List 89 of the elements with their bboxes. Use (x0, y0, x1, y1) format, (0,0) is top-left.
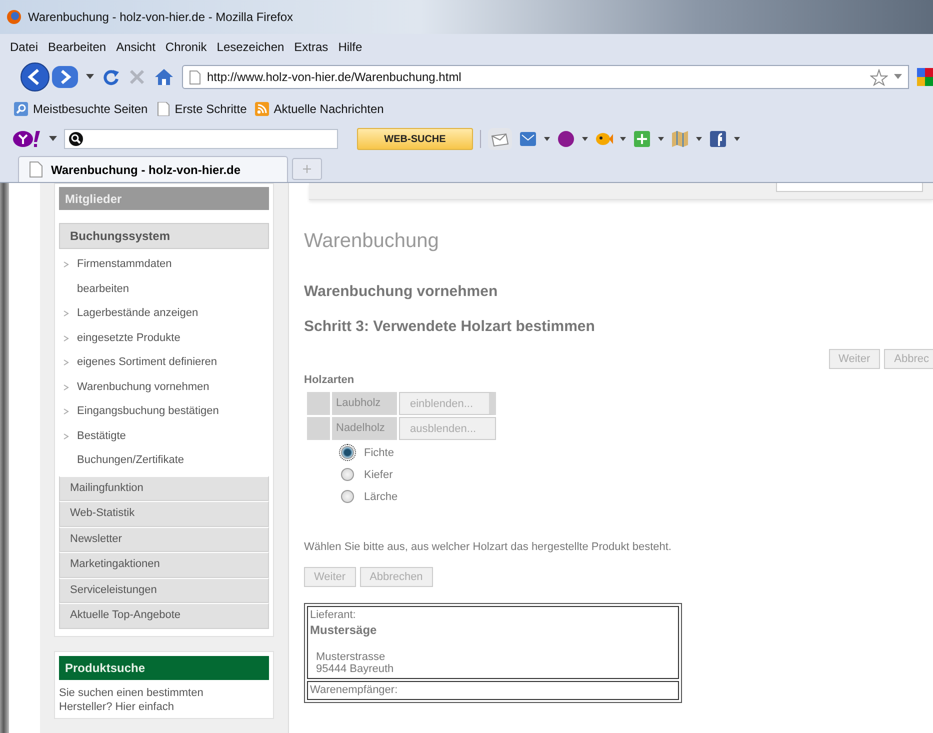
menu-item[interactable]: Lesezeichen (216, 40, 284, 54)
caret-icon[interactable] (658, 136, 664, 142)
back-button-icon[interactable] (18, 62, 52, 92)
address-field[interactable]: http://www.holz-von-hier.de/Warenbuchung.html (182, 65, 909, 89)
city-text: 95444 Bayreuth (315, 663, 395, 675)
sidebar-menu-item[interactable]: Newsletter (59, 526, 269, 552)
sidebar-link[interactable]: eingesetzte Produkte (77, 326, 180, 350)
chevron-icon (63, 408, 69, 415)
address-label: Lieferant: (310, 609, 357, 621)
chevron-icon (63, 310, 69, 317)
chevron-icon (63, 359, 69, 366)
web-search-button[interactable]: WEB-SUCHE (357, 128, 473, 150)
caret-icon[interactable] (582, 136, 588, 142)
page-title: Warenbuchung (304, 230, 440, 253)
category-label: Nadelholz (332, 417, 397, 440)
chevron-icon (63, 384, 69, 390)
radio-button[interactable] (341, 468, 354, 481)
search-field[interactable] (64, 129, 338, 149)
street-text: Musterstrasse (315, 651, 386, 663)
caret-icon[interactable] (894, 74, 902, 80)
address-label: Warenempfänger: (310, 684, 399, 696)
search-icon (69, 132, 83, 146)
facebook-icon[interactable] (709, 130, 727, 148)
plus-tile-icon[interactable] (633, 130, 651, 148)
ball-icon[interactable] (557, 130, 575, 148)
browser-tab[interactable]: Warenbuchung - holz-von-hier.de (18, 156, 288, 182)
menu-item[interactable]: Extras (294, 40, 328, 54)
envelope-stack-icon[interactable] (488, 128, 512, 150)
caret-icon[interactable] (544, 136, 550, 142)
bookmark-link[interactable]: Erste Schritte (156, 102, 247, 116)
page-icon (189, 70, 201, 84)
window-title: Warenbuchung - holz-von-hier.de - Mozilla Firefox (28, 10, 294, 24)
magnifier-icon (14, 102, 28, 116)
sidebar-menu-item[interactable]: Web-Statistik (59, 501, 269, 526)
sidebar-link[interactable]: Bestätigte Buchungen/Zertifikate (77, 424, 184, 472)
box-text: Sie suchen einen bestimmten Hersteller? Hier einfach (59, 686, 204, 714)
map-icon[interactable] (671, 130, 689, 148)
radio-label: Lärche (364, 490, 398, 502)
mail-icon[interactable] (519, 130, 537, 148)
radio-button[interactable] (341, 490, 354, 503)
firefox-icon (6, 9, 22, 25)
forward-button-icon[interactable] (52, 65, 78, 89)
radio-label: Kiefer (364, 468, 393, 480)
group-label: Holzarten (304, 374, 356, 386)
colorful-grid-icon[interactable] (917, 68, 933, 86)
bookmark-link[interactable]: Aktuelle Nachrichten (254, 102, 384, 116)
menu-item[interactable]: Chronik (165, 40, 207, 54)
menu-item[interactable]: Ansicht (116, 40, 156, 54)
company-name: Mustersäge (310, 623, 378, 637)
reload-icon[interactable] (102, 68, 120, 86)
box-header: Produktsuche (59, 656, 269, 680)
yahoo-logo-icon[interactable] (12, 130, 42, 148)
sidebar-menu-item[interactable]: Marketingaktionen (59, 552, 269, 578)
page-icon (29, 161, 43, 178)
caret-icon[interactable] (86, 74, 94, 80)
chevron-icon (63, 432, 69, 440)
sidebar-menu-item[interactable]: Aktuelle Top-Angebote (59, 603, 269, 628)
chevron-icon (63, 261, 69, 268)
fish-icon[interactable] (595, 130, 613, 148)
sidebar-menu-item[interactable]: Serviceleistungen (59, 578, 269, 603)
menu-item[interactable]: Hilfe (338, 40, 362, 54)
table-cell (307, 392, 330, 415)
table-cell (307, 417, 330, 440)
radio-button[interactable] (341, 446, 354, 459)
radio-label: Fichte (364, 446, 394, 458)
heading: Warenbuchung vornehmen (304, 283, 499, 300)
section-header[interactable]: Buchungssystem (59, 223, 269, 249)
home-icon[interactable] (154, 68, 174, 86)
caret-icon[interactable] (696, 136, 702, 142)
sidebar-menu-item[interactable]: Mailingfunktion (59, 476, 269, 501)
category-label: Laubholz (332, 392, 397, 415)
menu-item[interactable]: Datei (10, 40, 38, 54)
sidebar-link[interactable]: eigenes Sortiment definieren (77, 350, 218, 374)
caret-icon[interactable] (620, 136, 626, 142)
sidebar-link[interactable]: Warenbuchung vornehmen (77, 374, 210, 399)
caret-icon[interactable] (734, 136, 740, 142)
bookmark-link[interactable]: Meistbesuchte Seiten (14, 102, 148, 116)
caret-icon[interactable] (49, 136, 57, 142)
star-icon[interactable] (870, 68, 888, 86)
rss-icon (254, 102, 269, 116)
step-heading: Schritt 3: Verwendete Holzart bestimmen (304, 318, 596, 335)
chevron-icon (63, 334, 69, 342)
sidebar-link[interactable]: Eingangsbuchung bestätigen (77, 399, 219, 424)
input-field[interactable] (776, 183, 923, 192)
page-icon (156, 102, 170, 116)
sidebar-link[interactable]: Lagerbestände anzeigen (77, 301, 198, 326)
menu-item[interactable]: Bearbeiten (48, 40, 106, 54)
sidebar-link[interactable]: Firmenstammdaten bearbeiten (77, 252, 172, 301)
hint-text: Wählen Sie bitte aus, aus welcher Holzart das hergestellte Produkt besteht. (304, 541, 672, 553)
